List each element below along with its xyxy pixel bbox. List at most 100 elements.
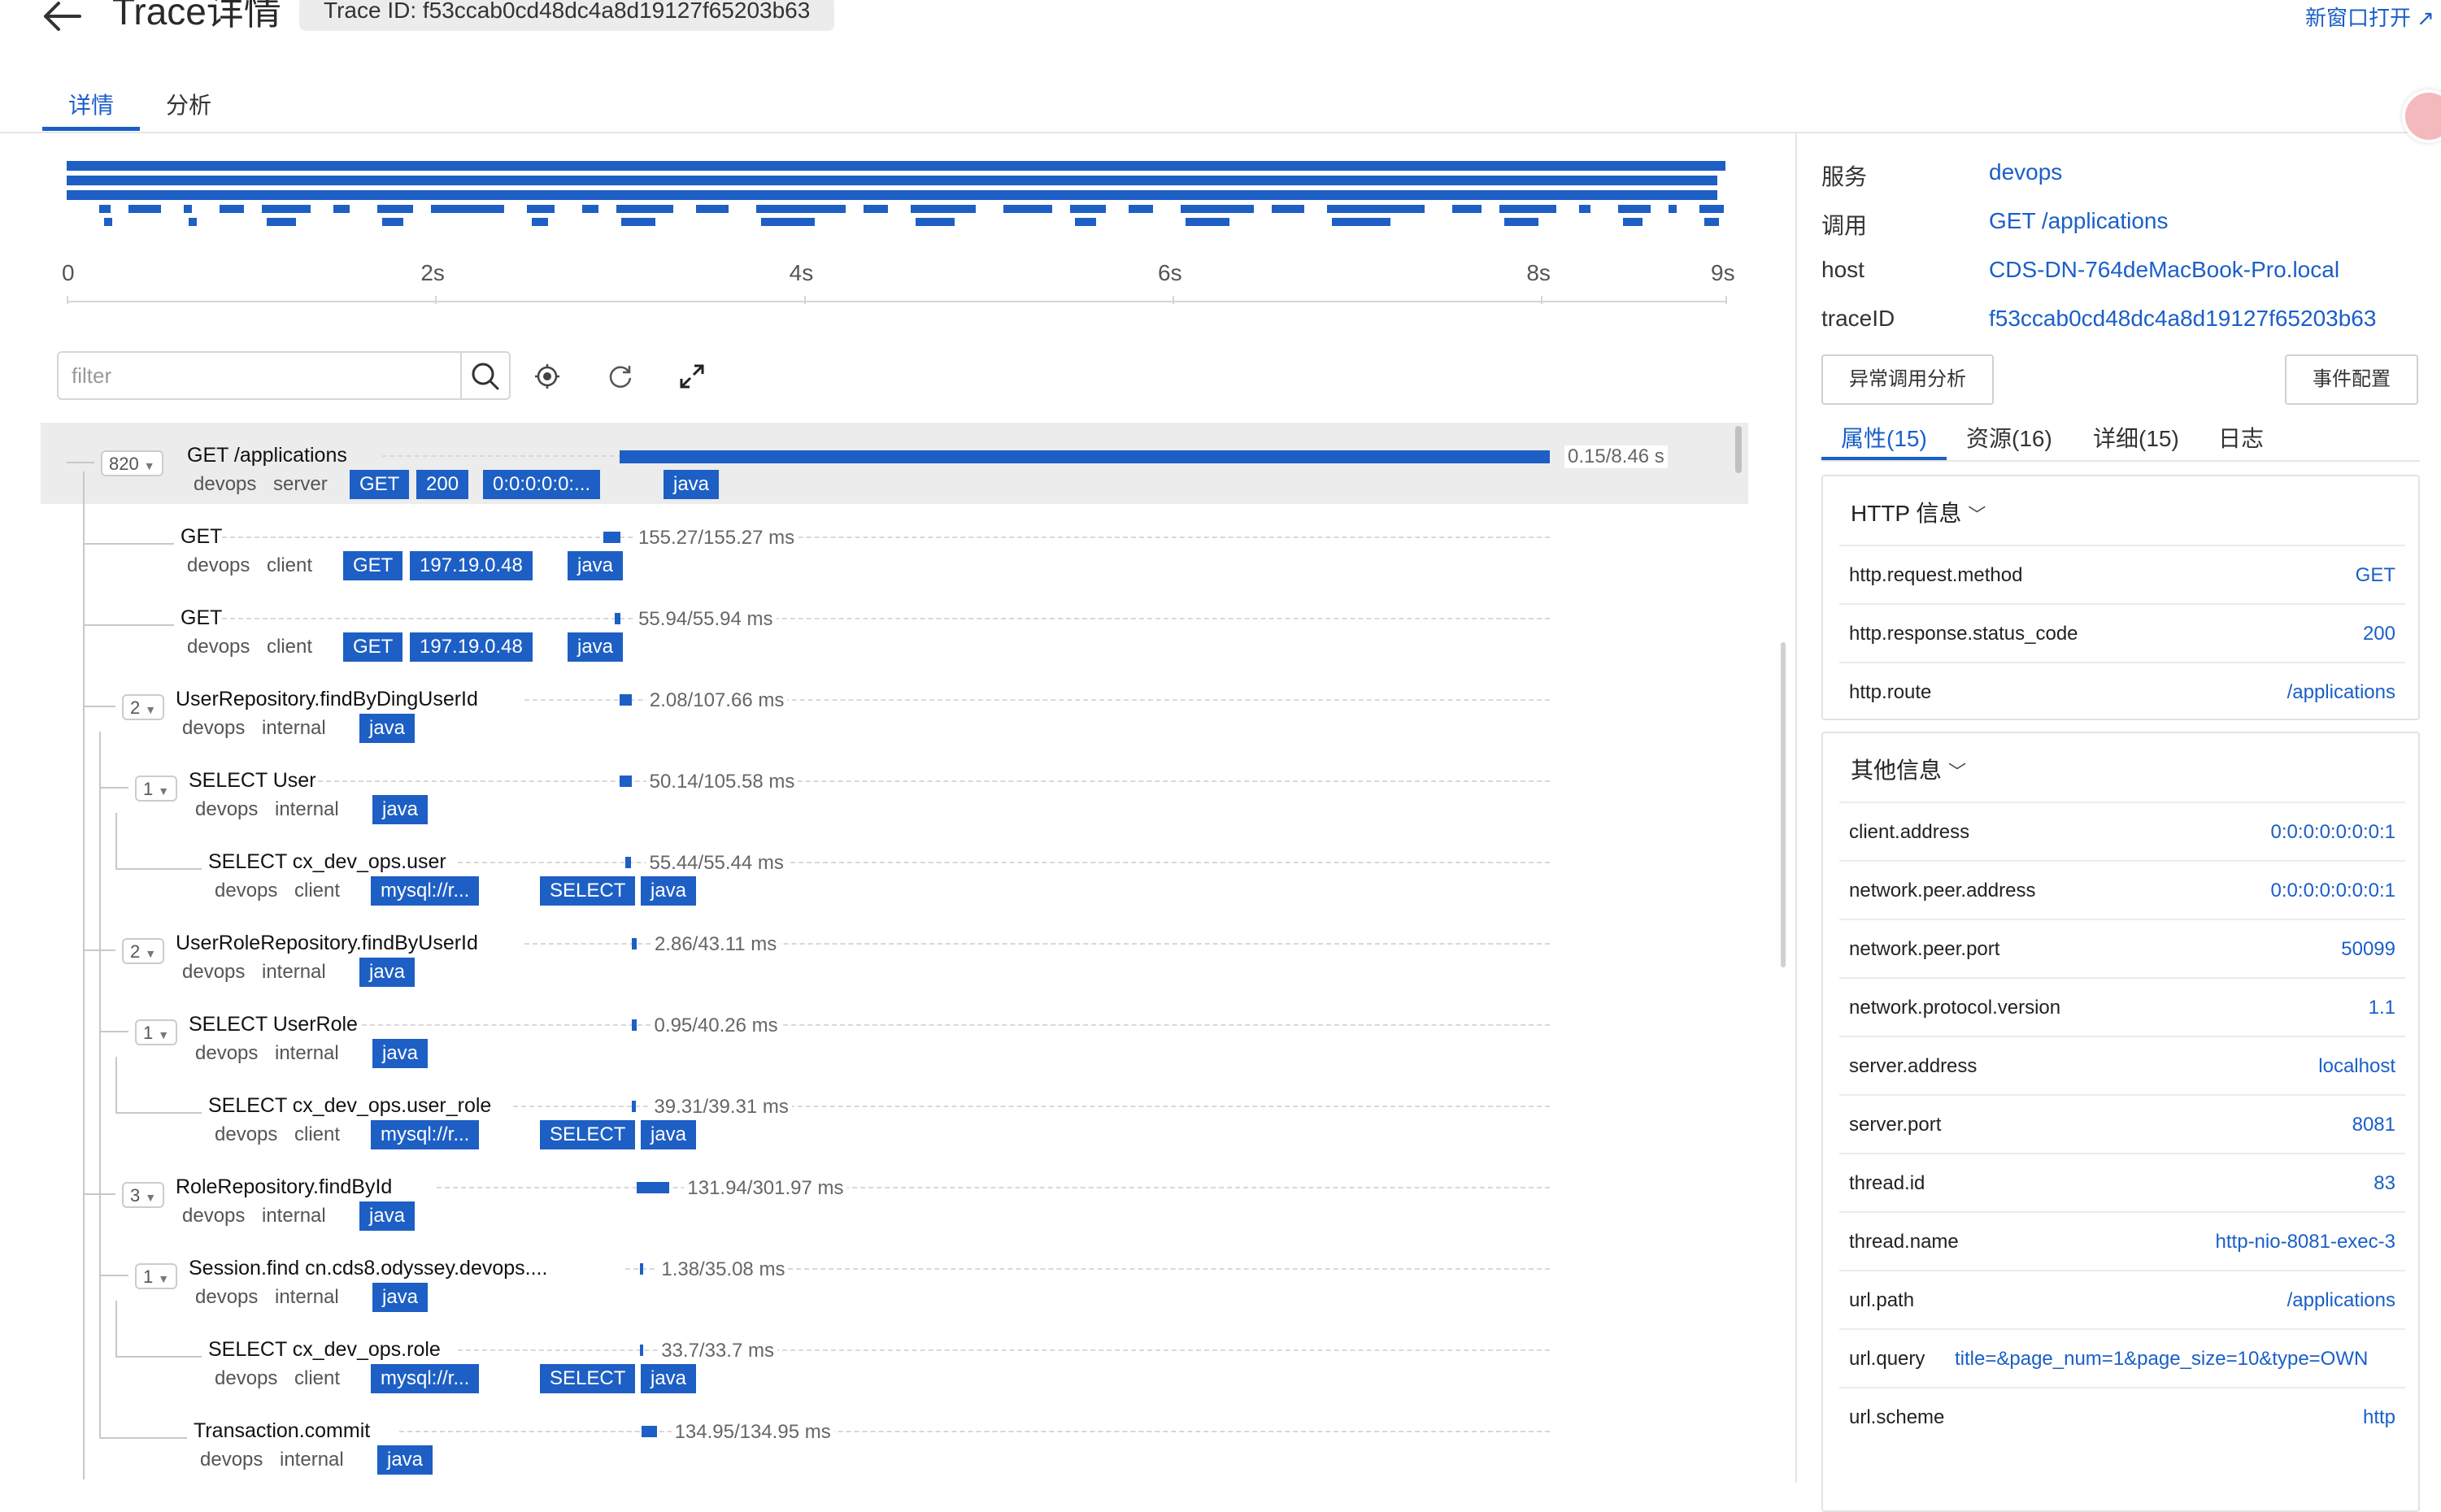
span-service: devops: [187, 636, 250, 658]
span-children-count: 1: [143, 1267, 154, 1287]
other-info-title: 其他信息: [1851, 758, 1943, 783]
attribute-key: server.address: [1849, 1055, 1978, 1077]
span-duration-bar: [603, 532, 620, 543]
tree-branch-line: [83, 624, 174, 626]
tab-logs[interactable]: 日志: [2218, 421, 2264, 454]
span-guide-dashes: [458, 862, 1550, 863]
span-children-count-toggle[interactable]: 1 ▼: [135, 1263, 178, 1289]
span-tag: java: [372, 1039, 429, 1068]
attribute-key: network.protocol.version: [1849, 997, 2061, 1019]
open-new-window-link[interactable]: 新窗口打开 ↗: [2305, 2, 2434, 32]
summary-value-service[interactable]: devops: [1989, 159, 2062, 185]
span-duration-bar: [620, 450, 1550, 463]
event-config-button[interactable]: 事件配置: [2285, 354, 2418, 405]
span-tag: java: [359, 958, 416, 987]
span-name: GET: [181, 606, 223, 629]
tree-branch-line: [99, 1275, 128, 1276]
chevron-down-icon: ▼: [145, 1191, 157, 1204]
span-duration-label: 50.14/105.58 ms: [646, 771, 798, 793]
span-service: devops: [215, 1123, 278, 1145]
floating-assistant-avatar[interactable]: [2402, 89, 2441, 143]
span-tag: java: [568, 551, 624, 580]
attribute-row: thread.id 83: [1839, 1153, 2405, 1211]
span-kind: server: [273, 473, 328, 495]
attribute-key: client.address: [1849, 821, 1970, 843]
span-name: UserRepository.findByDingUserId: [176, 688, 478, 710]
span-children-count-toggle[interactable]: 2 ▼: [122, 694, 165, 720]
span-tag: GET: [343, 551, 403, 580]
chevron-down-icon: ▼: [158, 784, 170, 797]
span-name: SELECT User: [189, 769, 316, 792]
attribute-row: thread.name http-nio-8081-exec-3: [1839, 1211, 2405, 1270]
span-service: devops: [187, 554, 250, 576]
tab-attributes[interactable]: 属性(15): [1841, 421, 1927, 454]
tree-branch-line: [99, 1031, 128, 1032]
span-children-count-toggle[interactable]: 1 ▼: [135, 1019, 178, 1045]
attribute-value[interactable]: http-nio-8081-exec-3: [2216, 1231, 2395, 1253]
span-children-count-toggle[interactable]: 2 ▼: [122, 938, 165, 964]
other-info-toggle[interactable]: 其他信息 ﹀: [1851, 753, 1966, 785]
span-name: SELECT UserRole: [189, 1013, 358, 1036]
span-children-count: 3: [130, 1185, 141, 1206]
tab-details[interactable]: 详细(15): [2093, 421, 2179, 454]
span-duration-bar: [632, 938, 637, 949]
span-name: SELECT cx_dev_ops.role: [208, 1338, 441, 1361]
attribute-key: server.port: [1849, 1114, 1942, 1136]
attribute-value[interactable]: 200: [2363, 623, 2395, 645]
span-service: devops: [194, 473, 257, 495]
span-service: devops: [195, 1286, 259, 1308]
tab-resources[interactable]: 资源(16): [1966, 421, 2052, 454]
span-kind: internal: [275, 1286, 339, 1308]
span-service: devops: [195, 798, 259, 820]
attribute-value[interactable]: 50099: [2341, 938, 2395, 961]
attribute-key: network.peer.address: [1849, 880, 2036, 902]
attribute-value[interactable]: /applications: [2287, 681, 2395, 704]
attribute-row: url.scheme http: [1839, 1387, 2405, 1445]
attribute-value[interactable]: http: [2363, 1406, 2395, 1429]
span-duration-label: 39.31/39.31 ms: [650, 1096, 792, 1119]
span-tag: GET: [350, 470, 410, 499]
chevron-down-icon: ▼: [145, 703, 157, 716]
span-duration-label: 131.94/301.97 ms: [684, 1177, 847, 1200]
span-duration-bar: [620, 776, 632, 787]
span-children-count-toggle[interactable]: 820 ▼: [101, 450, 163, 476]
span-duration-bar: [625, 857, 632, 868]
attribute-value[interactable]: 0:0:0:0:0:0:0:1: [2271, 880, 2395, 902]
attribute-value[interactable]: title=&page_num=1&page_size=10&type=OWN: [1955, 1348, 2391, 1371]
span-guide-dashes: [361, 1024, 1550, 1026]
span-duration-label: 155.27/155.27 ms: [634, 527, 798, 550]
span-kind: internal: [275, 798, 339, 820]
tree-branch-line: [67, 462, 94, 463]
span-tag: SELECT: [540, 1120, 636, 1149]
span-name: UserRoleRepository.findByUserId: [176, 932, 478, 954]
summary-value-host[interactable]: CDS-DN-764deMacBook-Pro.local: [1989, 257, 2339, 283]
anomaly-analysis-button[interactable]: 异常调用分析: [1821, 354, 1994, 405]
http-info-toggle[interactable]: HTTP 信息 ﹀: [1851, 496, 1986, 528]
attribute-value[interactable]: 1.1: [2369, 997, 2395, 1019]
span-tag: java: [372, 795, 429, 824]
span-tag: GET: [343, 632, 403, 662]
span-service: devops: [215, 1367, 278, 1389]
span-duration-bar: [639, 1263, 644, 1275]
attribute-value[interactable]: 8081: [2352, 1114, 2395, 1136]
attribute-row: url.path/applications: [1839, 1270, 2405, 1328]
attribute-value[interactable]: 83: [2374, 1172, 2395, 1195]
attribute-value[interactable]: GET: [2356, 564, 2395, 587]
summary-value-traceid[interactable]: f53ccab0cd48dc4a8d19127f65203b63: [1989, 306, 2376, 332]
span-children-count-toggle[interactable]: 3 ▼: [122, 1182, 165, 1208]
span-kind: client: [267, 554, 313, 576]
span-kind: client: [294, 880, 341, 902]
http-info-card: HTTP 信息 ﹀ http.request.method GET http.resp…: [1821, 475, 2420, 720]
tree-branch-line: [83, 706, 115, 707]
attribute-key: thread.id: [1849, 1172, 1925, 1194]
span-children-count-toggle[interactable]: 1 ▼: [135, 776, 178, 802]
span-tag: java: [568, 632, 624, 662]
summary-value-call[interactable]: GET /applications: [1989, 208, 2169, 234]
span-duration-bar: [632, 1101, 637, 1112]
span-tag: SELECT: [540, 876, 636, 906]
attribute-value[interactable]: 0:0:0:0:0:0:0:1: [2271, 821, 2395, 844]
attribute-value[interactable]: /applications: [2287, 1289, 2395, 1312]
span-duration-bar: [620, 694, 632, 706]
external-link-icon: ↗: [2417, 6, 2434, 30]
attribute-value[interactable]: localhost: [2318, 1055, 2395, 1078]
